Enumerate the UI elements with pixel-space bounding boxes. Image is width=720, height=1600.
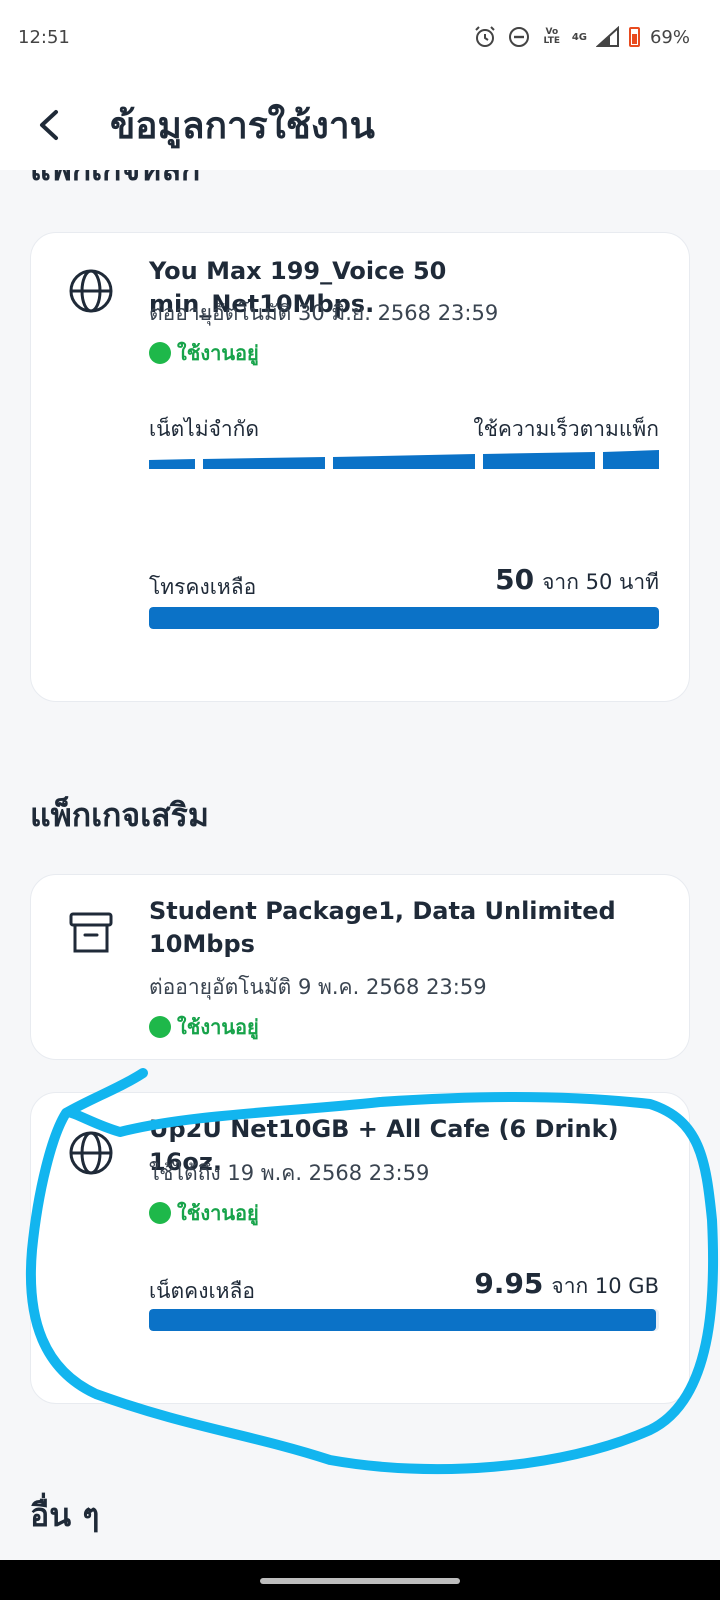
system-navigation-bar: [0, 1560, 720, 1600]
package-expiry: ต่ออายุอัตโนมัติ 9 พ.ค. 2568 23:59: [149, 975, 487, 999]
status-icons: Vo LTE 4G 69%: [472, 24, 690, 50]
addon-package-card[interactable]: Student Package1, Data Unlimited 10Mbps …: [30, 874, 690, 1060]
page-title: ข้อมูลการใช้งาน: [110, 104, 375, 147]
main-package-section-title: แพ็กเกจหลัก: [30, 170, 200, 195]
status-time: 12:51: [18, 27, 70, 48]
battery-percent: 69%: [649, 26, 690, 48]
data-remaining: 9.95 จาก 10 GB: [474, 1267, 659, 1303]
data-label: เน็ตคงเหลือ: [149, 1279, 255, 1303]
status-bar: 12:51 Vo LTE 4G 69%: [0, 0, 720, 80]
back-button[interactable]: [22, 98, 76, 152]
voice-remaining-value: 50: [495, 563, 535, 596]
do-not-disturb-icon: [506, 24, 532, 50]
main-package-card[interactable]: You Max 199_Voice 50 min_Net10Mbps. ต่ออ…: [30, 232, 690, 702]
internet-label: เน็ตไม่จำกัด: [149, 417, 260, 441]
status-badge: ใช้งานอยู่: [149, 337, 259, 369]
app-header: ข้อมูลการใช้งาน: [0, 80, 720, 170]
archive-box-icon: [69, 912, 113, 953]
addon-package-card[interactable]: Up2U Net10GB + All Cafe (6 Drink) 16oz. …: [30, 1092, 690, 1404]
volte-indicator: Vo LTE: [543, 27, 561, 46]
data-progress-bar: [149, 1309, 659, 1331]
chevron-left-icon: [40, 110, 58, 140]
internet-speed-bar: [149, 450, 659, 469]
voice-total: จาก 50 นาที: [542, 570, 659, 594]
globe-icon: [69, 1131, 113, 1175]
status-dot-icon: [149, 1016, 171, 1038]
battery-icon: [628, 27, 640, 47]
home-gesture-handle[interactable]: [260, 1578, 460, 1584]
voice-remaining: 50 จาก 50 นาที: [495, 563, 659, 599]
signal-icon: [595, 24, 621, 50]
status-text: ใช้งานอยู่: [177, 1201, 259, 1225]
voice-progress-fill: [149, 607, 659, 629]
data-remaining-value: 9.95: [474, 1267, 544, 1300]
status-dot-icon: [149, 342, 171, 364]
alarm-icon: [472, 24, 498, 50]
other-section-title: อื่น ๆ: [30, 1496, 100, 1534]
package-expiry: ต่ออายุอัตโนมัติ 30 มิ.ย. 2568 23:59: [149, 301, 499, 325]
status-text: ใช้งานอยู่: [177, 1015, 259, 1039]
package-expiry: ใช้ได้ถึง 19 พ.ค. 2568 23:59: [149, 1161, 430, 1185]
data-progress-fill: [149, 1309, 657, 1331]
voice-label: โทรคงเหลือ: [149, 575, 257, 599]
status-badge: ใช้งานอยู่: [149, 1197, 259, 1229]
internet-speed-label: ใช้ความเร็วตามแพ็ก: [473, 417, 659, 441]
globe-icon: [69, 269, 113, 313]
voice-progress-bar: [149, 607, 659, 629]
network-type: 4G: [571, 31, 587, 43]
data-total: จาก 10 GB: [551, 1274, 659, 1298]
package-name: Student Package1, Data Unlimited 10Mbps: [149, 897, 616, 958]
status-badge: ใช้งานอยู่: [149, 1011, 259, 1043]
status-dot-icon: [149, 1202, 171, 1224]
addon-section-title: แพ็กเกจเสริม: [30, 796, 209, 834]
content-scroll[interactable]: แพ็กเกจหลัก You Max 199_Voice 50 min_Net…: [0, 170, 720, 1560]
status-text: ใช้งานอยู่: [177, 341, 259, 365]
